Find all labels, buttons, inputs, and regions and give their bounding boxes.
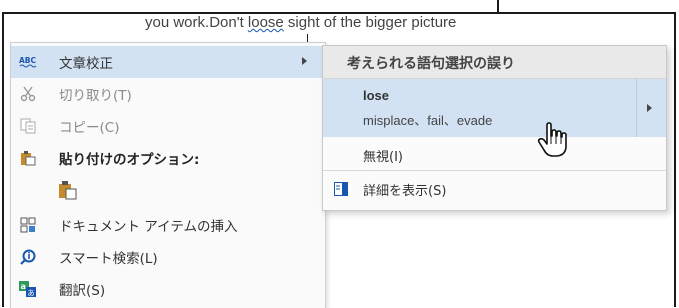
menu-item-proofing[interactable]: ABC 文章校正 xyxy=(11,46,325,78)
misspelled-word[interactable]: loose xyxy=(248,14,284,31)
smart-lookup-icon xyxy=(19,249,37,265)
scissors-icon xyxy=(19,86,37,102)
menu-item-smart-lookup[interactable]: スマート検索(L) xyxy=(11,241,325,273)
context-menu: ABC 文章校正 切り取り(T) コピー(C) 貼り付けのオプション: ドキュメ… xyxy=(10,42,326,308)
svg-text:a: a xyxy=(21,282,26,291)
suggestion-alternatives: misplace、fail、evade xyxy=(363,113,493,128)
ignore-item[interactable]: 無視(I) xyxy=(323,138,666,171)
document-text-before: you work.Don't xyxy=(145,14,248,31)
ignore-label: 無視(I) xyxy=(363,150,403,165)
document-text-after: sight of the bigger picture xyxy=(283,14,457,31)
menu-item-paste-options: 貼り付けのオプション: xyxy=(11,142,325,174)
menu-item-label: 切り取り(T) xyxy=(59,88,132,104)
paste-keep-source-icon xyxy=(57,180,79,200)
menu-item-label: ドキュメント アイテムの挿入 xyxy=(59,219,238,235)
suggestion-word: lose xyxy=(363,88,390,103)
menu-item-paste-keep-source[interactable] xyxy=(11,174,325,206)
submenu-header-label: 考えられる語句選択の誤り xyxy=(347,56,515,72)
menu-item-label: 文章校正 xyxy=(59,56,113,72)
show-details-label: 詳細を表示(S) xyxy=(363,184,447,199)
chevron-right-icon[interactable] xyxy=(647,104,652,112)
menu-item-label: 貼り付けのオプション: xyxy=(59,152,200,168)
menu-item-cut[interactable]: 切り取り(T) xyxy=(11,78,325,110)
document-page-marker xyxy=(497,0,499,12)
abc-proofing-icon: ABC xyxy=(19,54,37,70)
menu-item-label: コピー(C) xyxy=(59,120,120,136)
translate-icon: a あ xyxy=(19,281,37,297)
submenu-arrow-icon xyxy=(302,57,307,65)
paste-icon xyxy=(19,150,37,166)
copy-icon xyxy=(19,118,37,134)
svg-text:ABC: ABC xyxy=(19,56,37,65)
proofing-submenu: 考えられる語句選択の誤り lose misplace、fail、evade 無視… xyxy=(322,45,667,211)
menu-item-label: 翻訳(S) xyxy=(59,283,106,299)
suggestion-divider xyxy=(636,79,637,137)
submenu-header: 考えられる語句選択の誤り xyxy=(323,46,666,79)
show-details-item[interactable]: 詳細を表示(S) xyxy=(323,172,666,206)
menu-item-insert-document-item[interactable]: ドキュメント アイテムの挿入 xyxy=(11,209,325,241)
document-item-icon xyxy=(19,217,37,233)
suggestion-item[interactable]: lose misplace、fail、evade xyxy=(323,79,666,137)
hand-pointer-cursor-icon xyxy=(536,122,570,158)
menu-item-translate[interactable]: a あ 翻訳(S) xyxy=(11,273,325,305)
menu-item-copy[interactable]: コピー(C) xyxy=(11,110,325,142)
menu-item-label: スマート検索(L) xyxy=(59,251,158,267)
svg-text:あ: あ xyxy=(27,289,35,298)
details-pane-icon xyxy=(334,181,348,196)
document-text-line[interactable]: you work.Don't loose sight of the bigger… xyxy=(145,14,456,31)
